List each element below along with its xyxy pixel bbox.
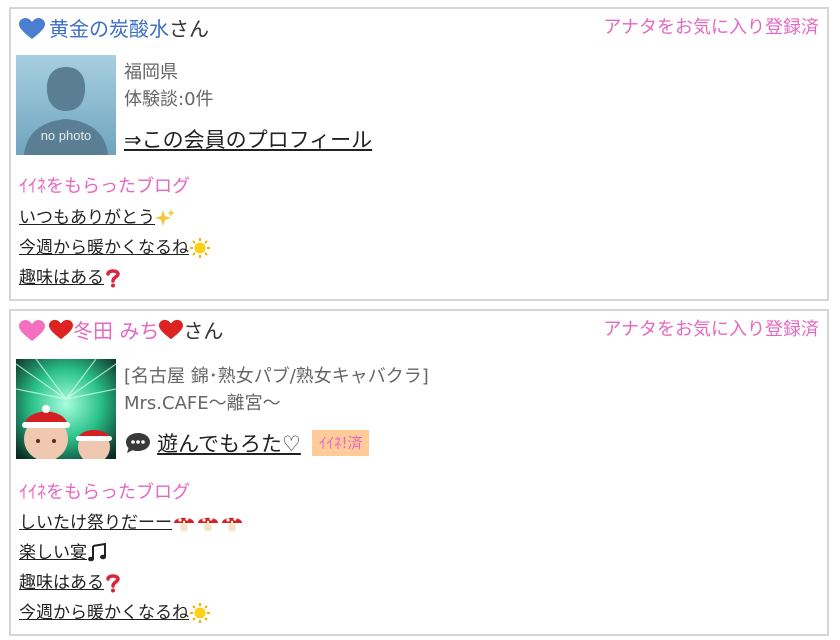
profile-link[interactable]: ⇒この会員のプロフィール xyxy=(124,124,372,154)
shop-info: [名古屋 錦･熟女パブ/熟女キャバクラ] Mrs.CAFE〜離宮〜 xyxy=(124,363,429,417)
sun-icon xyxy=(190,603,210,623)
christmas-baby-photo xyxy=(16,359,116,459)
blog-title[interactable]: 今週から暖かくなるね xyxy=(19,238,189,258)
card-header: 冬田 みち さん アナタをお気に入り登録済 xyxy=(11,311,827,351)
red-heart-icon xyxy=(49,319,73,340)
blog-title[interactable]: 趣味はある xyxy=(19,573,104,593)
pink-heart-icon xyxy=(19,320,45,341)
liked-blogs-title: ｲｲﾈをもらったブログ xyxy=(19,482,190,503)
like-done-badge: ｲｲﾈ!済 xyxy=(311,430,370,456)
blog-title[interactable]: 今週から暖かくなるね xyxy=(19,603,189,623)
member-name-text[interactable]: 冬田 みち xyxy=(73,319,159,343)
mushroom-icon xyxy=(222,517,242,531)
red-heart-icon xyxy=(159,319,184,340)
liked-blog-list: しいたけ祭りだーー 楽しい宴 趣味はある 今週から暖かくなるね xyxy=(19,509,244,629)
blog-title[interactable]: いつもありがとう xyxy=(19,208,155,228)
svg-text:no photo: no photo xyxy=(41,128,92,143)
avatar[interactable]: no photo xyxy=(16,55,116,155)
member-name-text[interactable]: 黄金の炭酸水 xyxy=(49,17,169,41)
blog-link[interactable]: 今週から暖かくなるね xyxy=(19,234,211,264)
comment-row: 遊んでもろた♡ ｲｲﾈ!済 xyxy=(124,428,370,458)
liked-blog-list: いつもありがとう 今週から暖かくなるね 趣味はある xyxy=(19,204,211,294)
blog-link[interactable]: しいたけ祭りだーー xyxy=(19,509,244,539)
blog-title[interactable]: しいたけ祭りだーー xyxy=(19,513,172,533)
blog-link[interactable]: いつもありがとう xyxy=(19,204,211,234)
card-header: 黄金の炭酸水さん アナタをお気に入り登録済 xyxy=(11,9,827,49)
shop-category: [名古屋 錦･熟女パブ/熟女キャバクラ] xyxy=(124,366,429,387)
no-photo-avatar-icon: no photo xyxy=(16,55,116,155)
question-icon xyxy=(106,574,120,593)
liked-blogs-title: ｲｲﾈをもらったブログ xyxy=(19,176,190,197)
blog-link[interactable]: 今週から暖かくなるね xyxy=(19,599,244,629)
blog-link[interactable]: 楽しい宴 xyxy=(19,539,244,569)
blue-heart-icon xyxy=(19,18,45,39)
mushroom-icon xyxy=(198,517,218,531)
favorite-status: アナタをお気に入り登録済 xyxy=(603,319,819,340)
shop-name[interactable]: Mrs.CAFE〜離宮〜 xyxy=(124,390,429,417)
sparkles-icon xyxy=(155,209,175,226)
prefecture: 福岡県 xyxy=(124,62,178,83)
blog-title[interactable]: 趣味はある xyxy=(19,268,104,288)
member-name[interactable]: 冬田 みち さん xyxy=(49,318,223,344)
name-suffix: さん xyxy=(169,17,209,41)
avatar[interactable] xyxy=(16,359,116,459)
experience-count: 体験談:0件 xyxy=(124,89,214,110)
music-notes-icon xyxy=(88,543,106,562)
question-icon xyxy=(106,269,120,288)
blog-title[interactable]: 楽しい宴 xyxy=(19,543,87,563)
mushroom-icon xyxy=(174,517,194,531)
favorite-status: アナタをお気に入り登録済 xyxy=(603,17,819,38)
blog-link[interactable]: 趣味はある xyxy=(19,264,211,294)
speech-bubble-icon xyxy=(126,433,150,453)
blog-link[interactable]: 趣味はある xyxy=(19,569,244,599)
member-name[interactable]: 黄金の炭酸水さん xyxy=(49,16,209,42)
comment-link[interactable]: 遊んでもろた♡ xyxy=(157,432,301,456)
mushroom-emoji-group xyxy=(172,513,244,533)
member-info: 福岡県 体験談:0件 xyxy=(124,59,214,113)
member-card: 黄金の炭酸水さん アナタをお気に入り登録済 no photo 福岡県 体験談:0… xyxy=(9,7,829,301)
name-suffix: さん xyxy=(183,319,224,343)
member-card: 冬田 みち さん アナタをお気に入り登録済 [名古屋 錦･熟女パブ/熟女キャバク… xyxy=(9,309,829,636)
sun-icon xyxy=(190,238,210,258)
